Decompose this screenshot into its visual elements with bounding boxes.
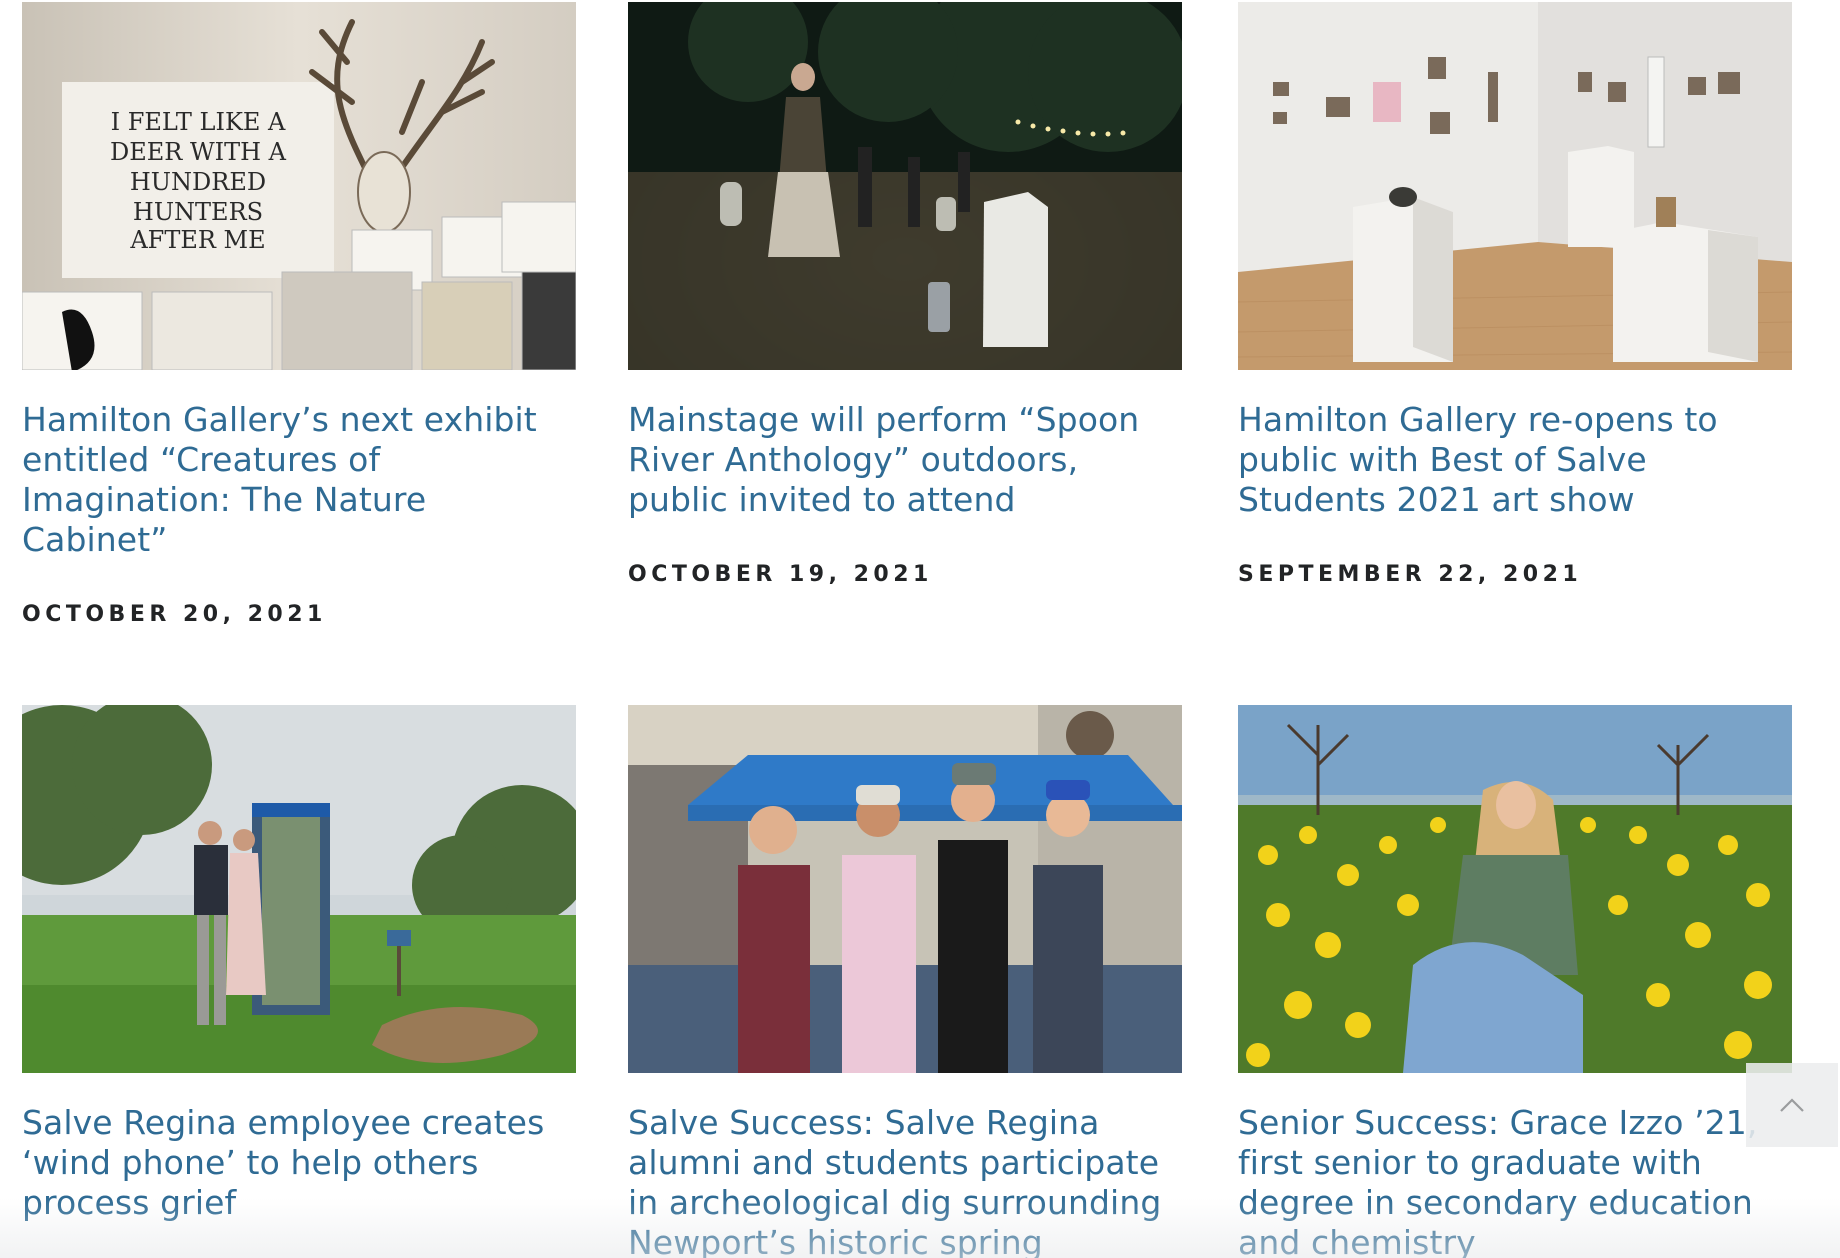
news-card-date: SEPTEMBER 22, 2021 xyxy=(1238,562,1583,587)
svg-text:HUNDRED: HUNDRED xyxy=(130,168,266,196)
news-grid: I FELT LIKE A DEER WITH A HUNDRED HUNTER… xyxy=(0,0,1840,1258)
svg-text:AFTER ME: AFTER ME xyxy=(129,226,265,254)
svg-text:DEER WITH A: DEER WITH A xyxy=(110,138,287,166)
news-card: I FELT LIKE A DEER WITH A HUNDRED HUNTER… xyxy=(22,2,576,627)
news-card: Senior Success: Grace Izzo ’21, first se… xyxy=(1238,705,1792,1258)
gallery-deer-photo: I FELT LIKE A DEER WITH A HUNDRED HUNTER… xyxy=(22,2,576,370)
news-card-title[interactable]: Hamilton Gallery’s next exhibit entitled… xyxy=(22,400,576,560)
news-card-title[interactable]: Senior Success: Grace Izzo ’21, first se… xyxy=(1238,1103,1792,1258)
wind-phone-photo xyxy=(22,705,576,1073)
news-card-title[interactable]: Salve Success: Salve Regina alumni and s… xyxy=(628,1103,1182,1258)
chevron-up-icon xyxy=(1780,1098,1804,1112)
daffodil-field-photo xyxy=(1238,705,1792,1073)
news-card-image[interactable] xyxy=(628,2,1182,370)
news-card-image[interactable] xyxy=(1238,705,1792,1073)
news-card-date: OCTOBER 19, 2021 xyxy=(628,562,933,587)
gallery-pedestals-photo xyxy=(1238,2,1792,370)
archeological-dig-photo xyxy=(628,705,1182,1073)
news-card-image[interactable] xyxy=(22,705,576,1073)
news-card-image[interactable] xyxy=(1238,2,1792,370)
news-card: Mainstage will perform “Spoon River Anth… xyxy=(628,2,1182,587)
news-card-title[interactable]: Salve Regina employee creates ‘wind phon… xyxy=(22,1103,576,1223)
news-card: Salve Regina employee creates ‘wind phon… xyxy=(22,705,576,1223)
news-card: Salve Success: Salve Regina alumni and s… xyxy=(628,705,1182,1258)
svg-text:HUNTERS: HUNTERS xyxy=(133,198,263,226)
scroll-to-top-button[interactable] xyxy=(1746,1063,1838,1147)
svg-text:I FELT LIKE A: I FELT LIKE A xyxy=(111,108,286,136)
news-card-title[interactable]: Mainstage will perform “Spoon River Anth… xyxy=(628,400,1182,520)
news-card-title[interactable]: Hamilton Gallery re-opens to public with… xyxy=(1238,400,1792,520)
news-card-date: OCTOBER 20, 2021 xyxy=(22,602,327,627)
news-card-image[interactable]: I FELT LIKE A DEER WITH A HUNDRED HUNTER… xyxy=(22,2,576,370)
news-card: Hamilton Gallery re-opens to public with… xyxy=(1238,2,1792,587)
spoon-river-photo xyxy=(628,2,1182,370)
news-card-image[interactable] xyxy=(628,705,1182,1073)
